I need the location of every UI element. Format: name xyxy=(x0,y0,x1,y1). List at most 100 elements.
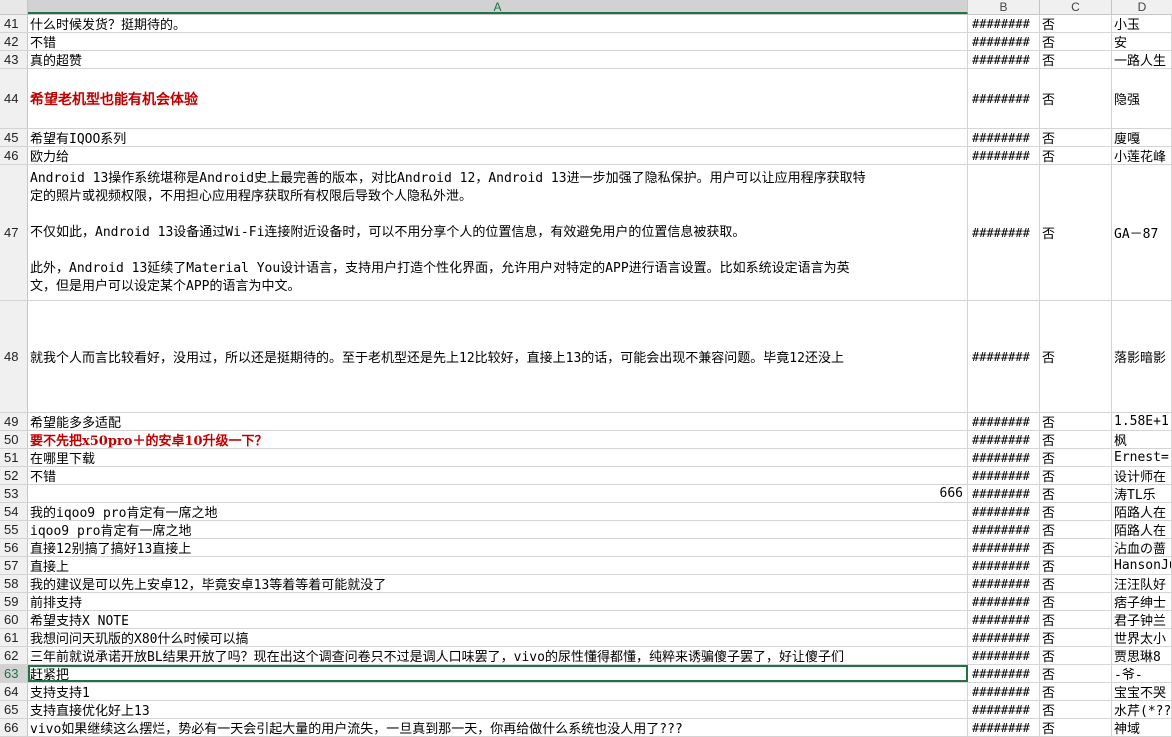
cell-user[interactable]: 隐强 xyxy=(1112,69,1172,128)
row-header[interactable]: 50 xyxy=(0,431,28,448)
row-header[interactable]: 64 xyxy=(0,683,28,700)
cell-flag[interactable]: 否 xyxy=(1040,539,1112,556)
cell-comment[interactable]: 我的建议是可以先上安卓12，毕竟安卓13等着等着可能就没了 xyxy=(28,575,968,592)
cell-date[interactable]: ######## xyxy=(968,629,1040,646)
cell-comment[interactable]: 要不先把x50pro＋的安卓10升级一下？ xyxy=(28,431,968,448)
cell-user[interactable]: 水芹(*?? xyxy=(1112,701,1172,718)
row-header[interactable]: 47 xyxy=(0,165,28,300)
cell-date[interactable]: ######## xyxy=(968,15,1040,32)
cell-comment[interactable]: vivo如果继续这么摆烂，势必有一天会引起大量的用户流失，一旦真到那一天，你再给… xyxy=(28,719,968,736)
row-header[interactable]: 42 xyxy=(0,33,28,50)
cell-comment[interactable]: 什么时候发货？挺期待的。 xyxy=(28,15,968,32)
cell-date[interactable]: ######## xyxy=(968,593,1040,610)
cell-comment[interactable]: 就我个人而言比较看好，没用过，所以还是挺期待的。至于老机型还是先上12比较好，直… xyxy=(28,301,968,412)
cell-user[interactable]: 贾思琳8 xyxy=(1112,647,1172,664)
cell-user[interactable]: 涛TL乐 xyxy=(1112,485,1172,502)
cell-date[interactable]: ######## xyxy=(968,467,1040,484)
cell-date[interactable]: ######## xyxy=(968,165,1040,300)
cell-user[interactable]: 宝宝不哭 xyxy=(1112,683,1172,700)
column-header-c[interactable]: C xyxy=(1040,0,1112,14)
cell-date[interactable]: ######## xyxy=(968,557,1040,574)
cell-date[interactable]: ######## xyxy=(968,33,1040,50)
cell-comment[interactable]: 三年前就说承诺开放BL结果开放了吗？现在出这个调查问卷只不过是调人口味罢了，vi… xyxy=(28,647,968,664)
row-header[interactable]: 60 xyxy=(0,611,28,628)
cell-user[interactable]: 廋嘎 xyxy=(1112,129,1172,146)
cell-date[interactable]: ######## xyxy=(968,521,1040,538)
cell-flag[interactable]: 否 xyxy=(1040,129,1112,146)
cell-date[interactable]: ######## xyxy=(968,413,1040,430)
row-header[interactable]: 48 xyxy=(0,301,28,412)
cell-flag[interactable]: 否 xyxy=(1040,647,1112,664)
cell-comment[interactable]: 希望支持X NOTE xyxy=(28,611,968,628)
row-header[interactable]: 66 xyxy=(0,719,28,736)
cell-date[interactable]: ######## xyxy=(968,683,1040,700)
cell-comment[interactable]: 希望能多多适配 xyxy=(28,413,968,430)
row-header[interactable]: 62 xyxy=(0,647,28,664)
cell-comment[interactable]: 不错 xyxy=(28,33,968,50)
cell-flag[interactable]: 否 xyxy=(1040,665,1112,682)
cell-user[interactable]: 设计师在 xyxy=(1112,467,1172,484)
row-header[interactable]: 49 xyxy=(0,413,28,430)
cell-user[interactable]: 枫 xyxy=(1112,431,1172,448)
cell-comment[interactable]: iqoo9 pro肯定有一席之地 xyxy=(28,521,968,538)
cell-flag[interactable]: 否 xyxy=(1040,485,1112,502)
cell-date[interactable]: ######## xyxy=(968,647,1040,664)
cell-user[interactable]: Ernest= xyxy=(1112,449,1172,466)
cell-flag[interactable]: 否 xyxy=(1040,301,1112,412)
row-header[interactable]: 45 xyxy=(0,129,28,146)
cell-flag[interactable]: 否 xyxy=(1040,575,1112,592)
cell-flag[interactable]: 否 xyxy=(1040,467,1112,484)
cell-flag[interactable]: 否 xyxy=(1040,147,1112,164)
cell-date[interactable]: ######## xyxy=(968,129,1040,146)
cell-comment[interactable]: 直接12别搞了搞好13直接上 xyxy=(28,539,968,556)
column-header-d[interactable]: D xyxy=(1112,0,1172,14)
cell-user[interactable]: -爷- xyxy=(1112,665,1172,682)
row-header[interactable]: 59 xyxy=(0,593,28,610)
cell-flag[interactable]: 否 xyxy=(1040,593,1112,610)
cell-user[interactable]: GA－87 xyxy=(1112,165,1172,300)
row-header[interactable]: 52 xyxy=(0,467,28,484)
select-all-corner[interactable] xyxy=(0,0,28,14)
cell-date[interactable]: ######## xyxy=(968,431,1040,448)
cell-flag[interactable]: 否 xyxy=(1040,701,1112,718)
cell-flag[interactable]: 否 xyxy=(1040,683,1112,700)
row-header[interactable]: 57 xyxy=(0,557,28,574)
cell-comment[interactable]: 支持支持1 xyxy=(28,683,968,700)
cell-comment[interactable]: 直接上 xyxy=(28,557,968,574)
row-header[interactable]: 65 xyxy=(0,701,28,718)
cell-flag[interactable]: 否 xyxy=(1040,521,1112,538)
cell-date[interactable]: ######## xyxy=(968,147,1040,164)
cell-user[interactable]: 君子钟兰 xyxy=(1112,611,1172,628)
row-header[interactable]: 51 xyxy=(0,449,28,466)
cell-comment[interactable]: 我想问问天玑版的X80什么时候可以搞 xyxy=(28,629,968,646)
row-header[interactable]: 63 xyxy=(0,665,28,682)
cell-date[interactable]: ######## xyxy=(968,449,1040,466)
row-header[interactable]: 46 xyxy=(0,147,28,164)
cell-user[interactable]: 痞子绅士 xyxy=(1112,593,1172,610)
cell-flag[interactable]: 否 xyxy=(1040,33,1112,50)
cell-date[interactable]: ######## xyxy=(968,719,1040,736)
cell-comment[interactable]: Android 13操作系统堪称是Android史上最完善的版本，对比Andro… xyxy=(28,165,968,300)
cell-comment[interactable]: 前排支持 xyxy=(28,593,968,610)
cell-date[interactable]: ######## xyxy=(968,485,1040,502)
cell-flag[interactable]: 否 xyxy=(1040,15,1112,32)
cell-date[interactable]: ######## xyxy=(968,575,1040,592)
cell-flag[interactable]: 否 xyxy=(1040,431,1112,448)
cell-user[interactable]: 沾血の蔷 xyxy=(1112,539,1172,556)
row-header[interactable]: 56 xyxy=(0,539,28,556)
cell-comment[interactable]: 希望有IQOO系列 xyxy=(28,129,968,146)
cell-comment[interactable]: 希望老机型也能有机会体验 xyxy=(28,69,968,128)
row-header[interactable]: 44 xyxy=(0,69,28,128)
cell-user[interactable]: 陌路人在 xyxy=(1112,521,1172,538)
cell-user[interactable]: 一路人生 xyxy=(1112,51,1172,68)
cell-date[interactable]: ######## xyxy=(968,51,1040,68)
cell-user[interactable]: 落影暗影 xyxy=(1112,301,1172,412)
cell-user[interactable]: 1.58E+1 xyxy=(1112,413,1172,430)
cell-date[interactable]: ######## xyxy=(968,301,1040,412)
cell-flag[interactable]: 否 xyxy=(1040,51,1112,68)
column-header-b[interactable]: B xyxy=(968,0,1040,14)
cell-date[interactable]: ######## xyxy=(968,69,1040,128)
cell-comment[interactable]: 不错 xyxy=(28,467,968,484)
cell-comment[interactable]: 我的iqoo9 pro肯定有一席之地 xyxy=(28,503,968,520)
column-header-a[interactable]: A xyxy=(28,0,968,14)
